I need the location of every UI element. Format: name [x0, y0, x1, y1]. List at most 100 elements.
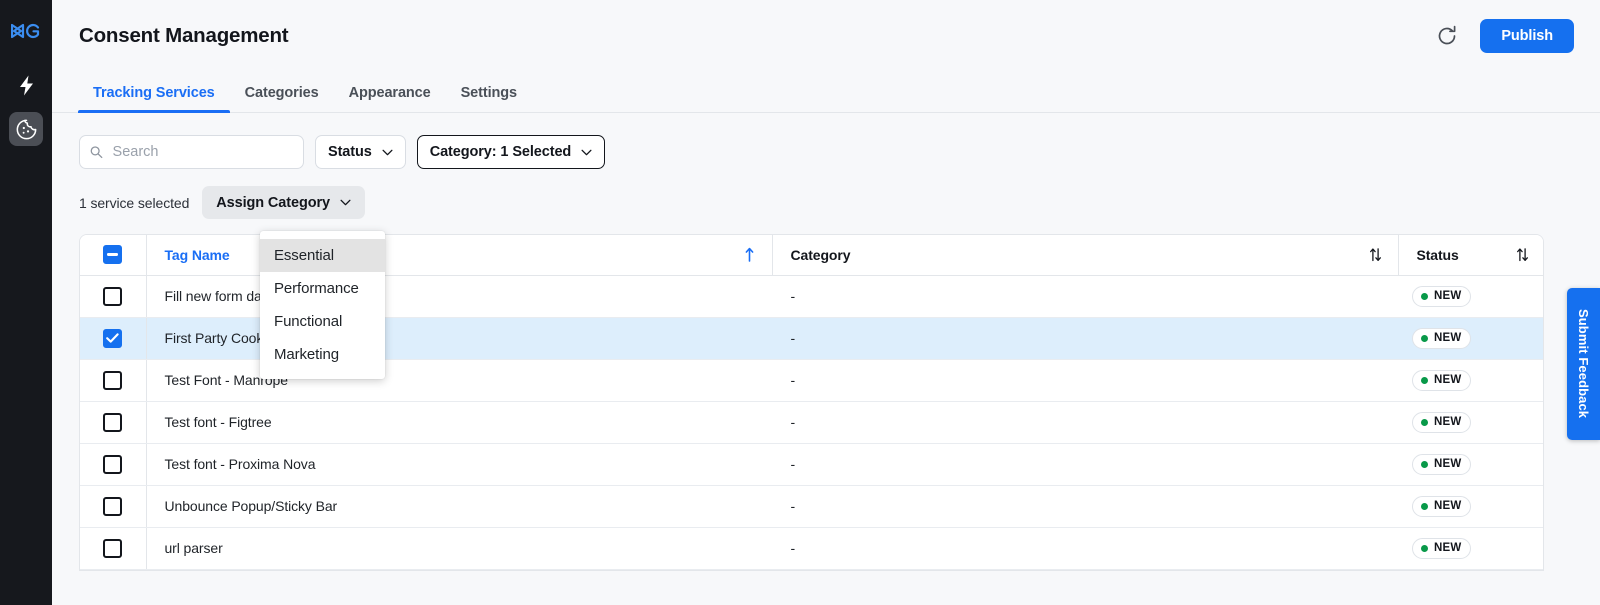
chevron-down-icon [340, 199, 351, 206]
table-row[interactable]: Test font - Figtree - NEW [80, 401, 1543, 444]
main-area: Consent Management Publish Tracking Serv… [52, 0, 1600, 605]
chevron-down-icon [581, 149, 592, 155]
dropdown-item-marketing[interactable]: Marketing [260, 338, 385, 371]
status-label: NEW [1434, 332, 1462, 344]
cell-category: - [772, 401, 1398, 444]
row-checkbox[interactable] [103, 370, 123, 390]
column-header-status[interactable]: Status [1397, 235, 1543, 276]
search-box[interactable] [79, 135, 304, 169]
status-dot-icon [1421, 502, 1428, 510]
assign-category-dropdown: Essential Performance Functional Marketi… [260, 231, 385, 379]
status-badge: NEW [1412, 537, 1472, 559]
assign-category-button[interactable]: Assign Category [202, 186, 365, 219]
cell-status: NEW [1398, 443, 1543, 486]
table-row[interactable]: url parser - NEW [80, 527, 1543, 570]
sort-asc-icon [745, 248, 753, 263]
selected-count-label: 1 service selected [79, 194, 190, 211]
status-dot-icon [1421, 376, 1428, 384]
app-root: Consent Management Publish Tracking Serv… [0, 0, 1600, 605]
sidebar-item-consent-management[interactable] [9, 112, 43, 146]
cookie-icon [16, 119, 36, 139]
select-all-checkbox[interactable] [103, 245, 123, 265]
dropdown-item-functional[interactable]: Functional [260, 305, 385, 338]
status-badge: NEW [1412, 453, 1472, 475]
dropdown-item-essential[interactable]: Essential [260, 239, 385, 272]
status-label: NEW [1434, 500, 1462, 512]
column-label-status: Status [1416, 246, 1459, 263]
cell-status: NEW [1398, 275, 1543, 318]
status-dot-icon [1421, 460, 1428, 468]
row-select-cell [80, 275, 147, 318]
minus-icon [107, 253, 119, 257]
row-checkbox[interactable] [103, 328, 123, 348]
cell-tag-name: Test Font - Manrope [146, 359, 772, 402]
status-label: NEW [1434, 290, 1462, 302]
refresh-icon[interactable] [1436, 25, 1458, 47]
tab-categories[interactable]: Categories [230, 85, 334, 112]
dropdown-item-performance[interactable]: Performance [260, 272, 385, 305]
check-icon [106, 333, 119, 343]
cell-category: - [772, 275, 1398, 318]
search-icon [90, 146, 103, 159]
filter-bar: Status Category: 1 Selected [52, 113, 1600, 169]
row-checkbox[interactable] [103, 496, 123, 516]
status-filter-button[interactable]: Status [315, 135, 406, 169]
submit-feedback-label: Submit Feedback [1576, 309, 1591, 419]
cell-category: - [772, 443, 1398, 486]
cell-category: - [772, 485, 1398, 528]
tab-appearance[interactable]: Appearance [334, 85, 446, 112]
row-checkbox[interactable] [103, 538, 123, 558]
submit-feedback-tab[interactable]: Submit Feedback [1567, 288, 1600, 440]
row-select-cell [80, 359, 147, 402]
status-filter-label: Status [328, 144, 372, 160]
column-label-tag-name: Tag Name [164, 246, 230, 263]
status-badge: NEW [1412, 369, 1472, 391]
status-label: NEW [1434, 542, 1462, 554]
cell-tag-name: url parser [146, 527, 772, 570]
row-checkbox[interactable] [103, 454, 123, 474]
status-dot-icon [1421, 334, 1428, 342]
table-row[interactable]: Test font - Proxima Nova - NEW [80, 443, 1543, 486]
tab-settings[interactable]: Settings [446, 85, 532, 112]
status-label: NEW [1434, 374, 1462, 386]
cell-status: NEW [1398, 527, 1543, 570]
cell-tag-name: First Party Cookie [146, 317, 772, 360]
row-checkbox[interactable] [103, 286, 123, 306]
column-header-tag-name[interactable]: Tag Name [146, 235, 772, 276]
sidebar-item-activations[interactable] [9, 68, 43, 102]
tab-tracking-services[interactable]: Tracking Services [78, 85, 230, 113]
tab-bar: Tracking Services Categories Appearance … [52, 72, 1600, 113]
cell-category: - [772, 317, 1398, 360]
sort-both-icon [1369, 248, 1381, 262]
cell-tag-name: Unbounce Popup/Sticky Bar [146, 485, 772, 528]
publish-button[interactable]: Publish [1480, 19, 1574, 53]
top-bar: Consent Management Publish [52, 0, 1600, 72]
status-dot-icon [1421, 544, 1428, 552]
select-all-cell [80, 235, 147, 276]
column-label-category: Category [790, 246, 851, 263]
cell-tag-name: Fill new form data in cookie [146, 275, 772, 318]
row-select-cell [80, 485, 147, 528]
row-checkbox[interactable] [103, 412, 123, 432]
app-logo[interactable] [9, 16, 43, 46]
row-select-cell [80, 401, 147, 444]
search-input[interactable] [110, 143, 293, 161]
cell-status: NEW [1398, 401, 1543, 444]
table-row[interactable]: Unbounce Popup/Sticky Bar - NEW [80, 485, 1543, 528]
status-badge: NEW [1412, 411, 1472, 433]
cell-category: - [772, 527, 1398, 570]
page-title: Consent Management [79, 24, 289, 47]
cell-tag-name: Test font - Proxima Nova [146, 443, 772, 486]
status-badge: NEW [1412, 285, 1472, 307]
cell-status: NEW [1398, 485, 1543, 528]
category-filter-button[interactable]: Category: 1 Selected [416, 135, 606, 169]
status-badge: NEW [1412, 327, 1472, 349]
cell-category: - [772, 359, 1398, 402]
selection-bar: 1 service selected Assign Category [52, 169, 1600, 219]
status-dot-icon [1421, 292, 1428, 300]
category-filter-label: Category: 1 Selected [429, 144, 572, 160]
status-label: NEW [1434, 416, 1462, 428]
cell-tag-name: Test font - Figtree [146, 401, 772, 444]
column-header-category[interactable]: Category [771, 235, 1398, 276]
status-dot-icon [1421, 418, 1428, 426]
